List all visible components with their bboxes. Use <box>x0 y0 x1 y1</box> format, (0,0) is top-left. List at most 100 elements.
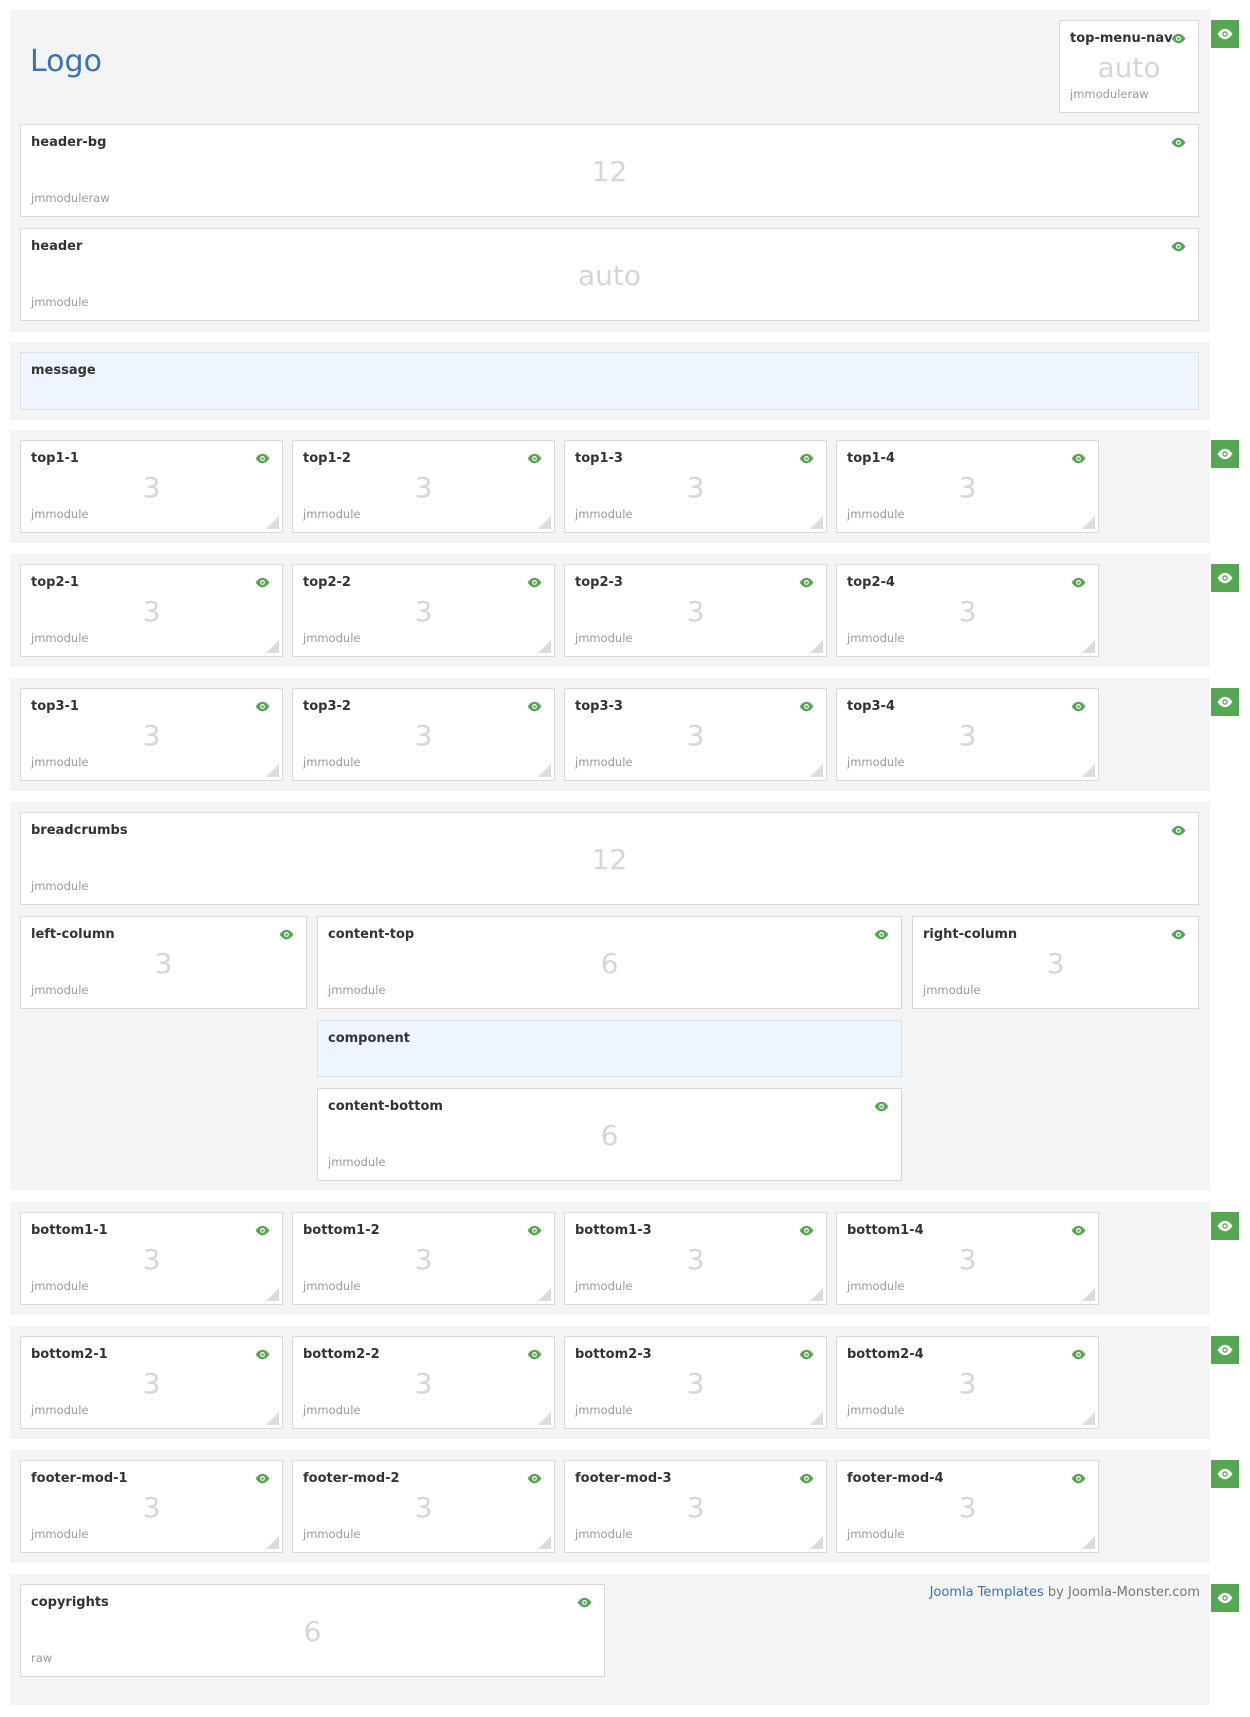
module-footer-mod-1[interactable]: footer-mod-1 3 jmmodule <box>20 1460 283 1553</box>
eye-icon[interactable] <box>1170 137 1187 148</box>
module-left-column[interactable]: left-column 3 jmmodule <box>20 916 307 1009</box>
eye-icon[interactable] <box>798 1349 815 1360</box>
eye-icon[interactable] <box>1070 701 1087 712</box>
resize-handle-icon[interactable] <box>266 1288 279 1301</box>
resize-handle-icon[interactable] <box>810 516 823 529</box>
eye-icon[interactable] <box>254 701 271 712</box>
eye-icon[interactable] <box>526 577 543 588</box>
eye-icon[interactable] <box>798 1473 815 1484</box>
resize-handle-icon[interactable] <box>810 640 823 653</box>
section-visibility-eye-icon[interactable] <box>1211 440 1239 468</box>
resize-handle-icon[interactable] <box>538 764 551 777</box>
eye-icon[interactable] <box>798 1225 815 1236</box>
section-visibility-eye-icon[interactable] <box>1211 1584 1239 1612</box>
eye-icon[interactable] <box>1070 1225 1087 1236</box>
section-visibility-eye-icon[interactable] <box>1211 20 1239 48</box>
section-visibility-eye-icon[interactable] <box>1211 688 1239 716</box>
resize-handle-icon[interactable] <box>1082 1412 1095 1425</box>
module-bottom1-4[interactable]: bottom1-4 3 jmmodule <box>836 1212 1099 1305</box>
eye-icon[interactable] <box>1070 1349 1087 1360</box>
module-bottom2-4[interactable]: bottom2-4 3 jmmodule <box>836 1336 1099 1429</box>
eye-icon[interactable] <box>526 1473 543 1484</box>
module-top2-2[interactable]: top2-2 3 jmmodule <box>292 564 555 657</box>
module-bottom2-3[interactable]: bottom2-3 3 jmmodule <box>564 1336 827 1429</box>
section-visibility-eye-icon[interactable] <box>1211 1336 1239 1364</box>
eye-icon[interactable] <box>526 1225 543 1236</box>
eye-icon[interactable] <box>526 453 543 464</box>
module-top3-4[interactable]: top3-4 3 jmmodule <box>836 688 1099 781</box>
resize-handle-icon[interactable] <box>266 764 279 777</box>
resize-handle-icon[interactable] <box>810 1288 823 1301</box>
resize-handle-icon[interactable] <box>1082 516 1095 529</box>
eye-icon[interactable] <box>798 701 815 712</box>
eye-icon[interactable] <box>1170 929 1187 940</box>
module-top1-4[interactable]: top1-4 3 jmmodule <box>836 440 1099 533</box>
resize-handle-icon[interactable] <box>266 1536 279 1549</box>
eye-icon[interactable] <box>278 929 295 940</box>
resize-handle-icon[interactable] <box>810 764 823 777</box>
module-top3-1[interactable]: top3-1 3 jmmodule <box>20 688 283 781</box>
module-top2-3[interactable]: top2-3 3 jmmodule <box>564 564 827 657</box>
resize-handle-icon[interactable] <box>538 640 551 653</box>
module-top1-1[interactable]: top1-1 3 jmmodule <box>20 440 283 533</box>
eye-icon[interactable] <box>1070 1473 1087 1484</box>
module-header-bg[interactable]: header-bg 12 jmmoduleraw <box>20 124 1199 217</box>
module-footer-mod-4[interactable]: footer-mod-4 3 jmmodule <box>836 1460 1099 1553</box>
joomla-templates-link[interactable]: Joomla Templates <box>930 1585 1044 1600</box>
resize-handle-icon[interactable] <box>1082 1288 1095 1301</box>
module-copyrights[interactable]: copyrights 6 raw <box>20 1584 605 1677</box>
module-message[interactable]: message <box>20 352 1199 410</box>
module-top3-3[interactable]: top3-3 3 jmmodule <box>564 688 827 781</box>
resize-handle-icon[interactable] <box>266 516 279 529</box>
module-top1-3[interactable]: top1-3 3 jmmodule <box>564 440 827 533</box>
eye-icon[interactable] <box>254 1349 271 1360</box>
eye-icon[interactable] <box>576 1597 593 1608</box>
eye-icon[interactable] <box>526 1349 543 1360</box>
module-footer-mod-2[interactable]: footer-mod-2 3 jmmodule <box>292 1460 555 1553</box>
module-top2-1[interactable]: top2-1 3 jmmodule <box>20 564 283 657</box>
eye-icon[interactable] <box>254 1473 271 1484</box>
resize-handle-icon[interactable] <box>266 640 279 653</box>
module-right-column[interactable]: right-column 3 jmmodule <box>912 916 1199 1009</box>
eye-icon[interactable] <box>873 929 890 940</box>
module-component[interactable]: component <box>317 1020 902 1077</box>
module-bottom2-1[interactable]: bottom2-1 3 jmmodule <box>20 1336 283 1429</box>
resize-handle-icon[interactable] <box>538 1288 551 1301</box>
section-visibility-eye-icon[interactable] <box>1211 564 1239 592</box>
module-top-menu-nav[interactable]: top-menu-nav auto jmmoduleraw <box>1059 20 1199 113</box>
eye-icon[interactable] <box>798 577 815 588</box>
module-top1-2[interactable]: top1-2 3 jmmodule <box>292 440 555 533</box>
eye-icon[interactable] <box>526 701 543 712</box>
resize-handle-icon[interactable] <box>266 1412 279 1425</box>
resize-handle-icon[interactable] <box>810 1536 823 1549</box>
module-bottom2-2[interactable]: bottom2-2 3 jmmodule <box>292 1336 555 1429</box>
module-top2-4[interactable]: top2-4 3 jmmodule <box>836 564 1099 657</box>
eye-icon[interactable] <box>1170 825 1187 836</box>
module-content-top[interactable]: content-top 6 jmmodule <box>317 916 902 1009</box>
resize-handle-icon[interactable] <box>538 1412 551 1425</box>
eye-icon[interactable] <box>798 453 815 464</box>
resize-handle-icon[interactable] <box>1082 764 1095 777</box>
section-visibility-eye-icon[interactable] <box>1211 1212 1239 1240</box>
module-top3-2[interactable]: top3-2 3 jmmodule <box>292 688 555 781</box>
section-visibility-eye-icon[interactable] <box>1211 1460 1239 1488</box>
eye-icon[interactable] <box>1170 241 1187 252</box>
eye-icon[interactable] <box>1070 453 1087 464</box>
module-footer-mod-3[interactable]: footer-mod-3 3 jmmodule <box>564 1460 827 1553</box>
eye-icon[interactable] <box>254 453 271 464</box>
module-bottom1-3[interactable]: bottom1-3 3 jmmodule <box>564 1212 827 1305</box>
resize-handle-icon[interactable] <box>538 516 551 529</box>
resize-handle-icon[interactable] <box>538 1536 551 1549</box>
module-bottom1-1[interactable]: bottom1-1 3 jmmodule <box>20 1212 283 1305</box>
eye-icon[interactable] <box>254 577 271 588</box>
eye-icon[interactable] <box>873 1101 890 1112</box>
resize-handle-icon[interactable] <box>810 1412 823 1425</box>
module-bottom1-2[interactable]: bottom1-2 3 jmmodule <box>292 1212 555 1305</box>
eye-icon[interactable] <box>1170 33 1187 44</box>
module-header[interactable]: header auto jmmodule <box>20 228 1199 321</box>
eye-icon[interactable] <box>254 1225 271 1236</box>
module-content-bottom[interactable]: content-bottom 6 jmmodule <box>317 1088 902 1181</box>
module-breadcrumbs[interactable]: breadcrumbs 12 jmmodule <box>20 812 1199 905</box>
eye-icon[interactable] <box>1070 577 1087 588</box>
resize-handle-icon[interactable] <box>1082 640 1095 653</box>
